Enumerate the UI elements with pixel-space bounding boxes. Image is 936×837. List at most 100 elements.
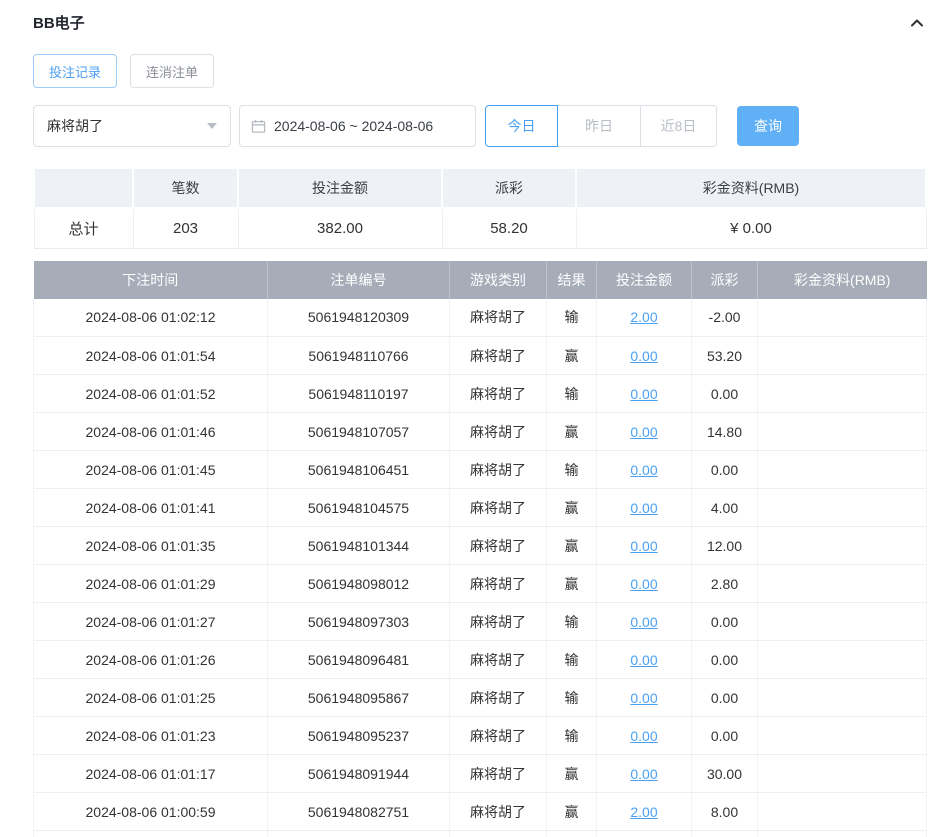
records-table: 下注时间 注单编号 游戏类别 结果 投注金额 派彩 彩金资料(RMB) 2024-08-06… [33,260,927,837]
records-column-header: 结果 [546,260,597,299]
cell-bet-amount: 2.00 [596,792,692,831]
cell-result: 输 [546,374,597,413]
cell-bet-amount: 0.00 [596,488,692,527]
cell-order-number: 5061948098012 [267,564,450,603]
table-row: 2024-08-06 01:01:46 5061948107057 麻将胡了赢 0.0… [33,412,927,451]
filter-bar: 麻将胡了 2024-08-06 ~ 2024-08-06 今日 昨日 近8日 查… [33,105,927,147]
tab-cancelled-orders[interactable]: 连消注单 [130,54,215,88]
bet-amount-link[interactable]: 2.00 [630,804,657,820]
bet-amount-link[interactable]: 0.00 [630,690,657,706]
tabs: 投注记录 连消注单 [33,54,927,88]
chevron-down-icon [207,123,217,129]
cell-bet-amount: 0.00 [596,754,692,793]
table-row: 2024-08-06 01:01:27 5061948097303 麻将胡了输 0.0… [33,602,927,641]
cell-result: 赢 [546,792,597,831]
bet-amount-link[interactable]: 0.00 [630,766,657,782]
cell-game-type: 麻将胡了 [449,640,547,679]
cell-bet-time: 2024-08-06 01:02:12 [33,298,268,337]
cell-order-number: 5061948097303 [267,602,450,641]
cell-game-type: 麻将胡了 [449,564,547,603]
cell-bonus [757,564,927,603]
cell-result: 输 [546,450,597,489]
table-row: 2024-08-06 01:01:45 5061948106451 麻将胡了输 0.0… [33,450,927,489]
bet-amount-link[interactable]: 0.00 [630,538,657,554]
game-select[interactable]: 麻将胡了 [33,105,231,147]
cell-payout: 8.00 [691,792,758,831]
cell-bet-amount: 0.00 [596,412,692,451]
cell-game-type: 麻将胡了 [449,754,547,793]
bet-amount-link[interactable]: 0.00 [630,500,657,516]
table-row: 2024-08-06 01:01:25 5061948095867 麻将胡了输 0.0… [33,678,927,717]
cell-bet-time: 2024-08-06 01:00:44 [33,830,268,837]
date-range-value: 2024-08-06 ~ 2024-08-06 [274,118,434,134]
cell-payout: 0.00 [691,640,758,679]
cell-game-type: 麻将胡了 [449,488,547,527]
bet-amount-link[interactable]: 0.00 [630,424,657,440]
table-row: 2024-08-06 01:00:445061947589134麻将胡了赢0.0… [33,830,927,837]
cell-bonus [757,412,927,451]
summary-total-label: 总计 [33,207,134,249]
bet-amount-link[interactable]: 2.00 [630,309,657,325]
cell-payout: 0.00 [691,602,758,641]
cell-result: 输 [546,640,597,679]
cell-bonus [757,488,927,527]
cell-game-type: 麻将胡了 [449,412,547,451]
summary-total-row: 总计 203 382.00 58.20 ¥ 0.00 [33,207,927,249]
cell-bonus [757,602,927,641]
bet-amount-link[interactable]: 0.00 [630,728,657,744]
cell-bonus [757,830,927,837]
cell-game-type: 麻将胡了 [449,602,547,641]
cell-bonus [757,716,927,755]
cell-order-number: 5061948110197 [267,374,450,413]
cell-result: 输 [546,716,597,755]
table-row: 2024-08-06 01:01:52 5061948110197 麻将胡了输 0.0… [33,374,927,413]
records-column-header: 游戏类别 [449,260,547,299]
bet-amount-link[interactable]: 0.00 [630,614,657,630]
cell-order-number: 5061948096481 [267,640,450,679]
summary-header-count: 笔数 [132,167,239,209]
cell-bet-amount: 0.00 [596,374,692,413]
bet-amount-link[interactable]: 0.00 [630,462,657,478]
cell-payout: 53.20 [691,336,758,375]
query-button[interactable]: 查询 [737,106,799,146]
bet-amount-link[interactable]: 0.00 [630,652,657,668]
cell-game-type: 麻将胡了 [449,374,547,413]
cell-bet-amount: 2.00 [596,298,692,337]
collapse-chevron-up-icon[interactable] [907,13,927,33]
summary-table: 笔数 投注金额 派彩 彩金资料(RMB) 总计 203 382.00 58.20… [33,167,927,249]
table-row: 2024-08-06 01:01:17 5061948091944 麻将胡了赢 0.0… [33,754,927,793]
table-row: 2024-08-06 01:01:41 5061948104575 麻将胡了赢 0.0… [33,488,927,527]
cell-payout: 0.00 [691,374,758,413]
bet-amount-link[interactable]: 0.00 [630,386,657,402]
summary-header-row: 笔数 投注金额 派彩 彩金资料(RMB) [33,167,927,209]
bet-amount-link[interactable]: 0.00 [630,348,657,364]
cell-bet-time: 2024-08-06 01:01:35 [33,526,268,565]
cell-bet-amount: 0.00 [596,450,692,489]
cell-order-number: 5061947589134 [267,830,450,837]
cell-bet-time: 2024-08-06 01:01:45 [33,450,268,489]
today-button[interactable]: 今日 [485,105,558,147]
cell-result: 赢 [546,564,597,603]
date-range-input[interactable]: 2024-08-06 ~ 2024-08-06 [239,105,476,147]
table-row: 2024-08-06 01:02:12 5061948120309 麻将胡了输 2.0… [33,298,927,337]
summary-header-blank [33,167,134,209]
cell-game-type: 麻将胡了 [449,336,547,375]
cell-payout: 2.80 [691,564,758,603]
cell-bet-time: 2024-08-06 01:01:23 [33,716,268,755]
cell-order-number: 5061948095237 [267,716,450,755]
yesterday-button[interactable]: 昨日 [557,105,641,147]
records-column-header: 投注金额 [596,260,692,299]
table-row: 2024-08-06 01:01:29 5061948098012 麻将胡了赢 0.0… [33,564,927,603]
last-8-days-button[interactable]: 近8日 [640,105,717,147]
cell-payout: 0.00 [691,716,758,755]
tab-betting-records[interactable]: 投注记录 [33,54,118,88]
cell-result: 赢 [546,830,597,837]
cell-game-type: 麻将胡了 [449,526,547,565]
cell-bonus [757,754,927,793]
cell-bet-amount: 0.00 [596,336,692,375]
cell-payout: 0.00 [691,678,758,717]
bet-amount-link[interactable]: 0.00 [630,576,657,592]
summary-header-bonus: 彩金资料(RMB) [575,167,927,209]
summary-count-value: 203 [132,207,239,249]
cell-bet-amount: 0.00 [596,602,692,641]
